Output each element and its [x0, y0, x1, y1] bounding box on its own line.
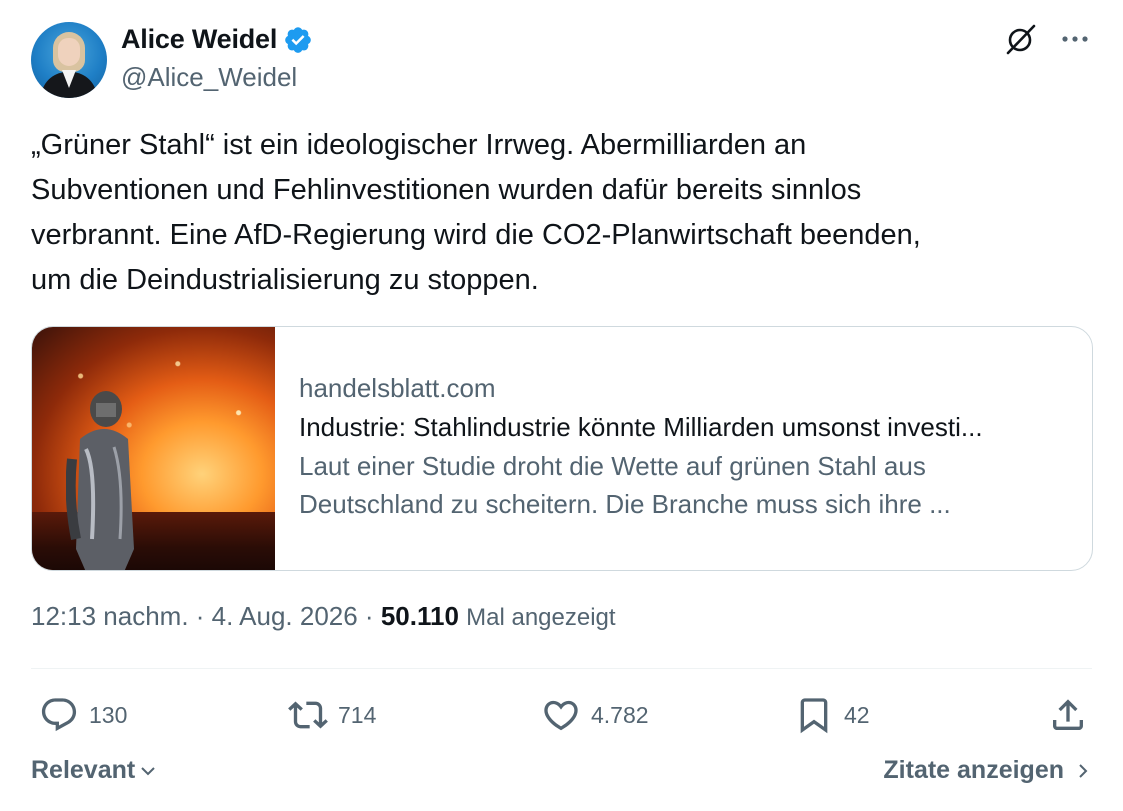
tweet-date[interactable]: 4. Aug. 2026 — [212, 601, 358, 632]
quotes-label: Zitate anzeigen — [883, 756, 1064, 784]
author-name-row[interactable]: Alice Weidel — [121, 24, 313, 55]
avatar[interactable] — [31, 22, 107, 98]
heart-icon — [541, 695, 581, 735]
views-label: Mal angezeigt — [466, 604, 616, 631]
action-bar: 130 714 4.782 42 — [31, 692, 1092, 738]
reply-controls: Relevant Zitate anzeigen — [31, 756, 1092, 792]
meta-separator: · — [188, 601, 212, 631]
more-dots-icon[interactable] — [1058, 22, 1092, 56]
tweet-text: „Grüner Stahl“ ist ein ideologischer Irr… — [31, 129, 921, 296]
tweet-meta: 12:13 nachm. · 4. Aug. 2026 · 50.110 Mal… — [31, 601, 616, 632]
share-upload-icon — [1048, 695, 1088, 735]
retweet-icon — [288, 695, 328, 735]
retweet-count: 714 — [338, 701, 377, 728]
chevron-right-icon — [1074, 762, 1092, 780]
bookmark-icon — [794, 695, 834, 735]
meta-separator: · — [357, 601, 381, 631]
share-button[interactable] — [1048, 692, 1088, 738]
retweet-button[interactable]: 714 — [288, 692, 376, 738]
sort-replies-dropdown[interactable]: Relevant — [31, 756, 157, 785]
link-preview-card[interactable]: handelsblatt.com Industrie: Stahlindustr… — [31, 326, 1093, 571]
tweet-header: Alice Weidel @Alice_Weidel — [31, 22, 1092, 102]
bookmark-count: 42 — [844, 701, 870, 728]
author-handle[interactable]: @Alice_Weidel — [121, 62, 297, 93]
link-domain: handelsblatt.com — [299, 373, 496, 403]
tweet-time[interactable]: 12:13 nachm. — [31, 601, 189, 632]
chevron-down-icon — [139, 762, 157, 780]
grok-icon[interactable] — [1004, 22, 1038, 56]
reply-bubble-icon — [39, 695, 79, 735]
link-preview-image — [32, 327, 275, 570]
reply-count: 130 — [89, 701, 128, 728]
reply-button[interactable]: 130 — [39, 692, 127, 738]
link-title: Industrie: Stahlindustrie könnte Milliar… — [299, 412, 983, 442]
like-button[interactable]: 4.782 — [541, 692, 649, 738]
views-count: 50.110 — [380, 601, 459, 631]
like-count: 4.782 — [591, 701, 649, 728]
view-quotes-button[interactable]: Zitate anzeigen — [883, 756, 1092, 785]
author-display-name[interactable]: Alice Weidel — [121, 24, 277, 55]
sort-label: Relevant — [31, 756, 136, 784]
verified-badge-icon[interactable] — [283, 25, 313, 55]
link-description: Laut einer Studie droht die Wette auf gr… — [299, 451, 951, 519]
bookmark-button[interactable]: 42 — [794, 692, 870, 738]
divider — [31, 668, 1092, 669]
